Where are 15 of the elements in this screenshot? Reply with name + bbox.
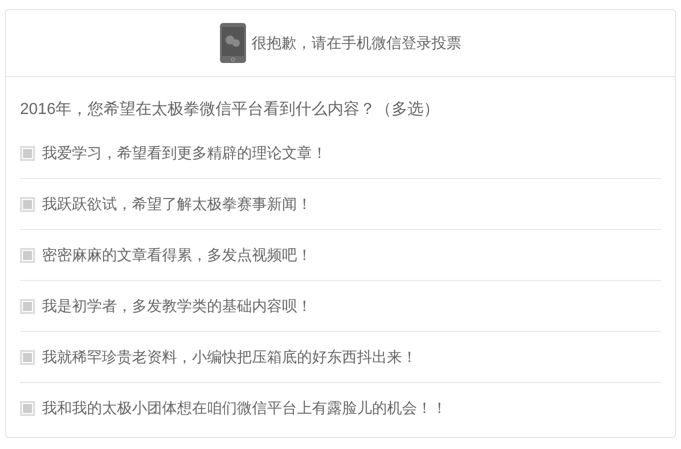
checkbox[interactable]	[20, 400, 35, 416]
option-label[interactable]: 我是初学者，多发教学类的基础内容呗！	[42, 296, 312, 316]
option-label[interactable]: 我和我的太极小团体想在咱们微信平台上有露脸儿的机会！！	[42, 398, 447, 418]
phone-icon	[220, 23, 246, 63]
checkbox[interactable]	[20, 298, 35, 314]
login-notice: 很抱歉，请在手机微信登录投票	[252, 34, 462, 52]
checkbox[interactable]	[20, 146, 35, 160]
checkbox[interactable]	[20, 196, 35, 212]
option-label[interactable]: 我就稀罕珍贵老资料，小编快把压箱底的好东西抖出来！	[42, 348, 417, 366]
checkbox[interactable]	[20, 248, 35, 262]
option-label[interactable]: 密密麻麻的文章看得累，多发点视频吧！	[42, 246, 312, 264]
checkbox[interactable]	[20, 350, 35, 364]
option-label[interactable]: 我跃跃欲试，希望了解太极拳赛事新闻！	[42, 194, 312, 214]
option-label[interactable]: 我爱学习，希望看到更多精辟的理论文章！	[42, 144, 327, 162]
question-text: 2016年，您希望在太极拳微信平台看到什么内容？（多选）	[20, 100, 441, 120]
